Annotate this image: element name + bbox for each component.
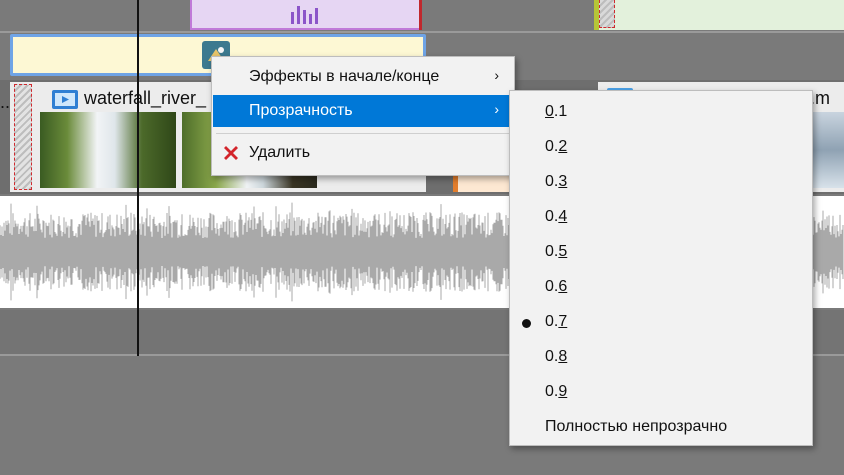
opacity-option-label: 0.1	[545, 103, 568, 120]
menu-item-opacity[interactable]: Прозрачность ›	[213, 95, 513, 127]
opacity-option-label: 0.7	[545, 313, 568, 330]
opacity-submenu: 0.1 0.2 0.3 0.4 0.5 0.6 0.7 0.8 0.9 Полностью неп…	[509, 90, 813, 446]
video-clip-title: waterfall_river_	[84, 88, 207, 108]
opacity-option[interactable]: Полностью непрозрачно	[510, 410, 812, 445]
video-file-icon	[52, 90, 78, 109]
video-thumbnail	[40, 112, 176, 188]
clip-end-marker	[419, 0, 422, 30]
opacity-option-label: Полностью непрозрачно	[545, 418, 728, 435]
opacity-option[interactable]: 0.8	[510, 340, 812, 375]
opacity-option[interactable]: 0.5	[510, 235, 812, 270]
delete-x-icon	[221, 143, 241, 163]
timeline-clip-green[interactable]	[594, 0, 844, 30]
video-thumbnail	[812, 112, 844, 188]
opacity-option-label: 0.5	[545, 243, 568, 260]
selected-bullet-icon	[522, 319, 531, 328]
menu-item-label: Эффекты в начале/конце	[249, 68, 440, 85]
submenu-arrow-icon: ›	[494, 101, 499, 117]
opacity-option-label: 0.4	[545, 208, 568, 225]
opacity-option[interactable]: 0.7	[510, 305, 812, 340]
track-separator	[0, 31, 844, 33]
audio-effect-icon	[290, 4, 322, 24]
opacity-option[interactable]: 0.4	[510, 200, 812, 235]
playhead[interactable]	[137, 0, 139, 356]
opacity-option[interactable]: 0.2	[510, 130, 812, 165]
opacity-option-label: 0.2	[545, 138, 568, 155]
opacity-option[interactable]: 0.9	[510, 375, 812, 410]
menu-item-label: Удалить	[249, 144, 311, 161]
opacity-option-label: 0.6	[545, 278, 568, 295]
menu-item-label: Прозрачность	[249, 102, 353, 119]
transition-hatch	[599, 0, 615, 28]
opacity-option[interactable]: 0.6	[510, 270, 812, 305]
menu-item-delete[interactable]: Удалить	[213, 137, 513, 169]
context-menu: Эффекты в начале/конце › Прозрачность › …	[211, 56, 515, 176]
opacity-option[interactable]: 0.3	[510, 165, 812, 200]
opacity-option[interactable]: 0.1	[510, 95, 812, 130]
submenu-arrow-icon: ›	[494, 67, 499, 83]
clip-name-fragment-left: ..	[0, 92, 11, 112]
transition-hatch-left	[14, 84, 32, 190]
menu-item-fade-effects[interactable]: Эффекты в начале/конце ›	[213, 61, 513, 93]
menu-divider	[216, 133, 510, 134]
opacity-option-label: 0.8	[545, 348, 568, 365]
opacity-option-label: 0.3	[545, 173, 568, 190]
opacity-option-label: 0.9	[545, 383, 568, 400]
